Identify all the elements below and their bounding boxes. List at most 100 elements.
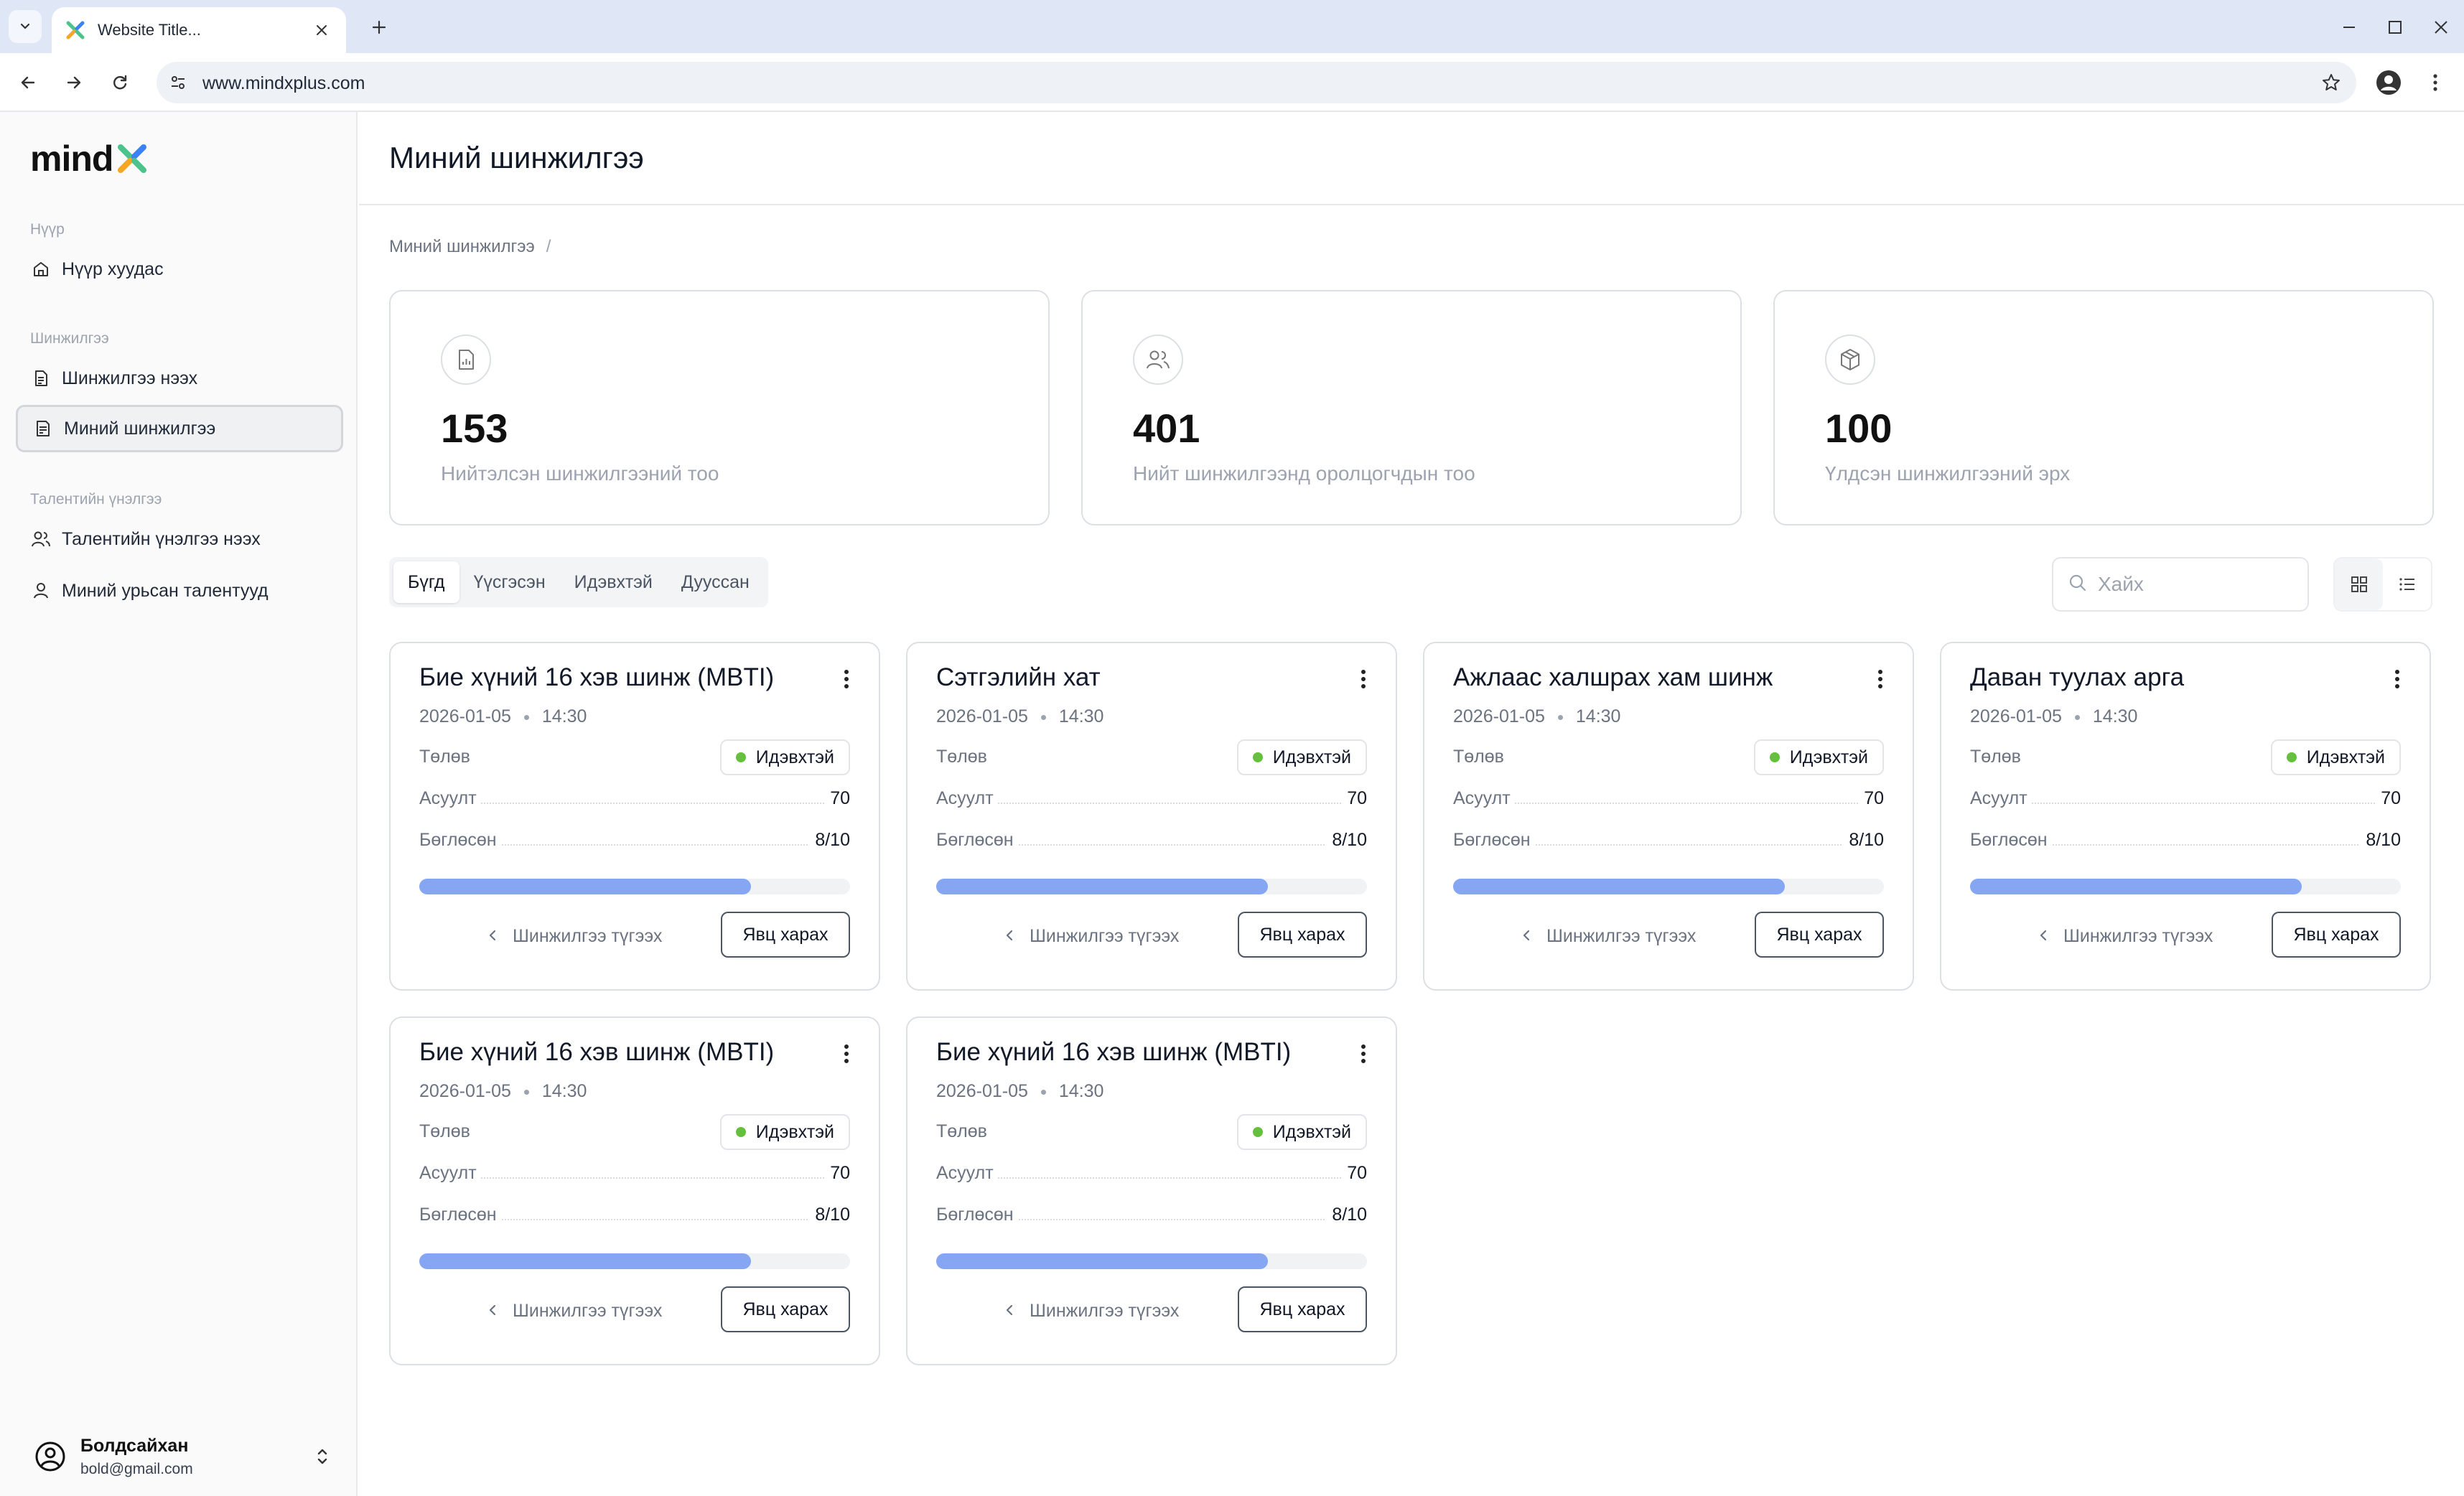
more-vertical-icon[interactable]	[1353, 665, 1374, 693]
share-analysis-link[interactable]: Шинжилгээ түгээх	[488, 1301, 662, 1322]
close-tab-icon[interactable]	[312, 20, 332, 40]
card-title: Сэтгэлийн хат	[936, 663, 1101, 691]
more-vertical-icon[interactable]	[1353, 1039, 1374, 1068]
card-datetime: 2026-01-05 14:30	[419, 706, 587, 727]
questions-label: Асуулт	[1453, 788, 1515, 809]
dotted-leader	[997, 1219, 1364, 1220]
tab-all[interactable]: Бүгд	[393, 561, 459, 603]
dotted-leader	[470, 803, 847, 804]
stat-label: Нийт шинжилгээнд оролцогчдын тоо	[1133, 462, 1475, 485]
share-analysis-link[interactable]: Шинжилгээ түгээх	[488, 926, 662, 947]
separator-dot	[1557, 714, 1563, 720]
view-progress-button[interactable]: Явц харах	[2272, 912, 2401, 958]
card-title: Бие хүний 16 хэв шинж (MBTI)	[419, 1038, 775, 1066]
filter-tabs: Бүгд Үүсгэсэн Идэвхтэй Дууссан	[389, 557, 768, 607]
more-vertical-icon[interactable]	[2386, 665, 2408, 693]
view-progress-button[interactable]: Явц харах	[721, 912, 850, 958]
analysis-card[interactable]: Бие хүний 16 хэв шинж (MBTI) 2026-01-05 14…	[389, 642, 880, 991]
user-menu[interactable]: Болдсайхан bold@gmail.com	[34, 1431, 336, 1482]
sidebar-item-home[interactable]: Нүүр хуудас	[16, 246, 343, 293]
bookmark-star-icon[interactable]	[2319, 70, 2343, 95]
more-vertical-icon[interactable]	[836, 665, 857, 693]
share-analysis-label: Шинжилгээ түгээх	[2063, 926, 2213, 946]
status-badge: Идэвхтэй	[719, 739, 850, 775]
dotted-leader	[1513, 844, 1881, 846]
sidebar-item-my-analysis[interactable]: Миний шинжилгээ	[16, 405, 343, 452]
close-window-icon[interactable]	[2427, 13, 2455, 42]
sidebar-item-invited-talent[interactable]: Миний урьсан талентууд	[16, 567, 343, 614]
card-date: 2026-01-05	[419, 706, 511, 726]
completed-label: Бөглөсөн	[936, 830, 1018, 851]
list-view-icon[interactable]	[2383, 558, 2431, 610]
maximize-icon[interactable]	[2381, 13, 2409, 42]
completed-value: 8/10	[2360, 830, 2401, 851]
site-settings-icon[interactable]	[167, 71, 190, 94]
share-analysis-link[interactable]: Шинжилгээ түгээх	[2039, 926, 2213, 947]
status-label: Төлөв	[936, 1121, 987, 1141]
reload-icon[interactable]	[105, 67, 135, 98]
status-text: Идэвхтэй	[1789, 747, 1868, 767]
chevron-left-icon	[2039, 926, 2048, 947]
share-analysis-label: Шинжилгээ түгээх	[1546, 926, 1697, 946]
kebab-menu-icon[interactable]	[2421, 66, 2450, 99]
chart-document-icon	[441, 335, 491, 385]
breadcrumb-item[interactable]: Миний шинжилгээ	[389, 237, 535, 256]
analysis-card[interactable]: Сэтгэлийн хат 2026-01-05 14:30 Төлөв Идэвхтэ…	[906, 642, 1397, 991]
share-analysis-link[interactable]: Шинжилгээ түгээх	[1522, 926, 1696, 947]
tab-created[interactable]: Үүсгэсэн	[459, 561, 560, 603]
chevron-left-icon	[1005, 926, 1014, 947]
more-vertical-icon[interactable]	[836, 1039, 857, 1068]
card-time: 14:30	[1058, 1081, 1104, 1101]
user-avatar-icon	[35, 1441, 65, 1472]
dotted-leader	[2020, 803, 2398, 804]
chevron-up-down-icon[interactable]	[312, 1444, 333, 1469]
profile-avatar-icon[interactable]	[2372, 66, 2405, 99]
progress-fill	[936, 879, 1268, 894]
search-input[interactable]	[2098, 573, 2285, 596]
progress-fill	[1453, 879, 1785, 894]
questions-value: 70	[824, 1163, 850, 1184]
tab-active[interactable]: Идэвхтэй	[560, 561, 667, 603]
minimize-icon[interactable]	[2335, 13, 2363, 42]
more-vertical-icon[interactable]	[1870, 665, 1891, 693]
analysis-card[interactable]: Ажлаас халшрах хам шинж 2026-01-05 14:30 Тө…	[1423, 642, 1914, 991]
user-name: Болдсайхан	[80, 1435, 189, 1456]
sidebar: mind Нүүр Нүүр хуудас Шинжилгээ Шинжилгэ…	[0, 112, 358, 1496]
completed-label: Бөглөсөн	[936, 1205, 1018, 1225]
grid-view-icon[interactable]	[2335, 558, 2383, 610]
new-tab-plus-icon[interactable]	[365, 13, 393, 42]
progress-fill	[1970, 879, 2302, 894]
analysis-card[interactable]: Даван туулах арга 2026-01-05 14:30 Төлөв Идэ…	[1940, 642, 2431, 991]
browser-tab[interactable]: Website Title...	[52, 7, 346, 53]
sidebar-item-label: Миний шинжилгээ	[64, 418, 216, 439]
card-date: 2026-01-05	[1970, 706, 2062, 726]
status-badge: Идэвхтэй	[1236, 1114, 1367, 1150]
card-date: 2026-01-05	[936, 706, 1028, 726]
stat-card-published: 153 Нийтэлсэн шинжилгээний тоо	[389, 290, 1050, 525]
card-time: 14:30	[1575, 706, 1621, 726]
share-analysis-link[interactable]: Шинжилгээ түгээх	[1005, 1301, 1179, 1322]
view-progress-button[interactable]: Явц харах	[1238, 912, 1367, 958]
card-date: 2026-01-05	[1453, 706, 1545, 726]
tab-finished[interactable]: Дууссан	[667, 561, 764, 603]
status-badge: Идэвхтэй	[1236, 739, 1367, 775]
view-progress-button[interactable]: Явц харах	[1755, 912, 1884, 958]
document-list-icon	[32, 418, 54, 439]
tab-search-chevron-icon[interactable]	[9, 10, 42, 43]
page-title: Миний шинжилгээ	[389, 141, 644, 174]
sidebar-item-open-talent[interactable]: Талентийн үнэлгээ нээх	[16, 515, 343, 563]
analysis-card[interactable]: Бие хүний 16 хэв шинж (MBTI) 2026-01-05 14…	[906, 1016, 1397, 1365]
analysis-card[interactable]: Бие хүний 16 хэв шинж (MBTI) 2026-01-05 14…	[389, 1016, 880, 1365]
view-progress-button[interactable]: Явц харах	[721, 1286, 850, 1332]
separator-dot	[523, 714, 529, 720]
share-analysis-link[interactable]: Шинжилгээ түгээх	[1005, 926, 1179, 947]
sidebar-item-open-analysis[interactable]: Шинжилгээ нээх	[16, 355, 343, 402]
chevron-left-icon	[488, 926, 497, 947]
share-analysis-label: Шинжилгээ түгээх	[513, 926, 663, 946]
logo[interactable]: mind	[30, 138, 149, 179]
back-arrow-icon[interactable]	[13, 67, 43, 98]
address-bar[interactable]: www.mindxplus.com	[157, 62, 2356, 103]
forward-arrow-icon[interactable]	[59, 67, 89, 98]
logo-x-icon	[118, 144, 147, 173]
view-progress-button[interactable]: Явц харах	[1238, 1286, 1367, 1332]
